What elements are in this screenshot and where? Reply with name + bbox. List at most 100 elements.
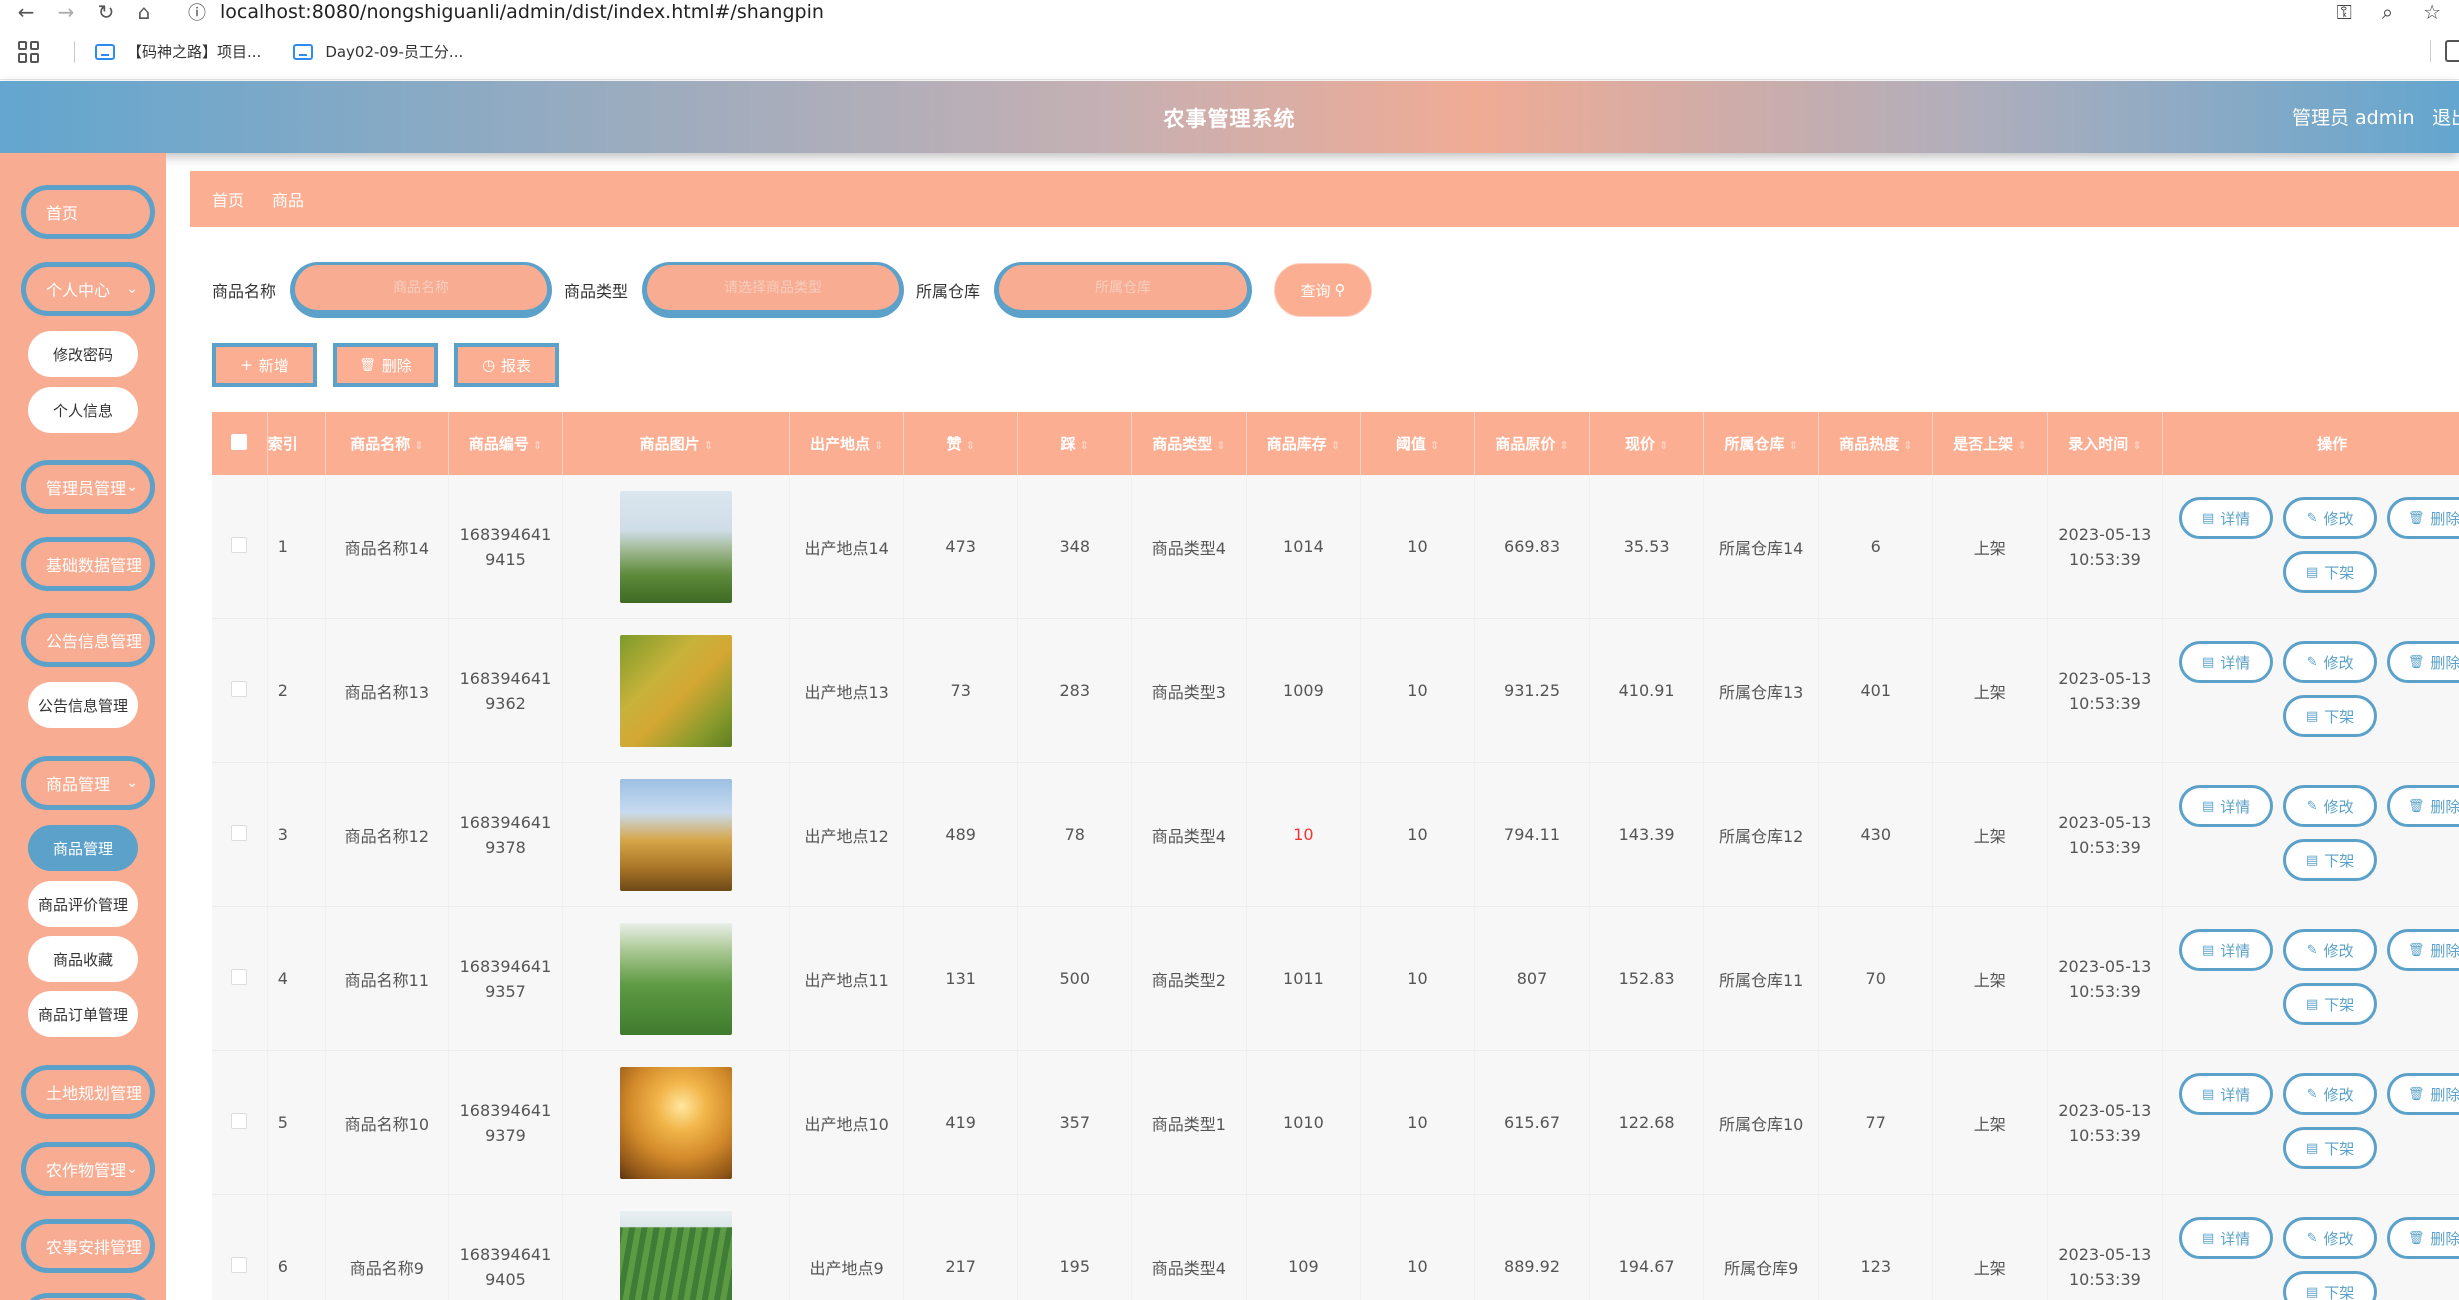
sort-icon[interactable]: ⇕ (966, 439, 975, 452)
goods-photo[interactable] (620, 922, 733, 1035)
sort-icon[interactable]: ⇕ (2132, 439, 2141, 452)
off-shelf-button[interactable]: ▤ 下架 (2283, 1127, 2378, 1169)
col-on-shelf-header[interactable]: 是否上架 ⇕ (1932, 412, 2048, 475)
off-shelf-button[interactable]: ▤ 下架 (2283, 551, 2378, 593)
row-checkbox[interactable] (231, 536, 248, 553)
sort-icon[interactable]: ⇕ (533, 439, 542, 452)
bookmark-item[interactable]: 【码神之路】项目... (95, 41, 261, 62)
breadcrumb-home[interactable]: 首页 (212, 187, 244, 211)
sort-icon[interactable]: ⇕ (1903, 439, 1912, 452)
row-checkbox-cell[interactable] (212, 762, 268, 907)
col-dislike-header[interactable]: 踩 ⇕ (1017, 412, 1133, 475)
col-warehouse-header[interactable]: 所属仓库 ⇕ (1703, 412, 1820, 475)
off-shelf-button[interactable]: ▤ 下架 (2283, 1271, 2378, 1300)
url-text[interactable]: localhost:8080/nongshiguanli/admin/dist/… (220, 1, 824, 23)
detail-button[interactable]: ▤ 详情 (2179, 641, 2274, 683)
home-icon[interactable]: ⌂ (130, 0, 158, 24)
zoom-icon[interactable]: ⌕ (2382, 0, 2393, 24)
edit-button[interactable]: ✎ 修改 (2283, 785, 2378, 827)
detail-button[interactable]: ▤ 详情 (2179, 497, 2274, 539)
sort-icon[interactable]: ⇕ (704, 439, 713, 452)
off-shelf-button[interactable]: ▤ 下架 (2283, 983, 2378, 1025)
goods-photo[interactable] (620, 490, 733, 603)
goods-photo[interactable] (620, 1066, 733, 1179)
sort-icon[interactable]: ⇕ (1080, 439, 1089, 452)
password-key-icon[interactable]: ⚿ (2337, 0, 2352, 24)
add-button[interactable]: + 新增 (212, 343, 317, 387)
col-stock-header[interactable]: 商品库存 ⇕ (1246, 412, 1362, 475)
col-entry-time-header[interactable]: 录入时间 ⇕ (2047, 412, 2164, 475)
row-checkbox[interactable] (231, 680, 248, 697)
sidebar-item-admin-manage[interactable]: 管理员管理 ⌄ (21, 460, 155, 514)
goods-photo[interactable] (620, 634, 733, 747)
col-heat-header[interactable]: 商品热度 ⇕ (1818, 412, 1934, 475)
sort-icon[interactable]: ⇕ (1789, 439, 1798, 452)
detail-button[interactable]: ▤ 详情 (2179, 1073, 2274, 1115)
sidebar-item-base-data-manage[interactable]: 基础数据管理 (21, 537, 155, 591)
edit-button[interactable]: ✎ 修改 (2283, 1073, 2378, 1115)
sort-icon[interactable]: ⇕ (1659, 439, 1668, 452)
sort-icon[interactable]: ⇕ (414, 439, 423, 452)
col-threshold-header[interactable]: 阈值 ⇕ (1360, 412, 1475, 475)
sidebar-subitem-goods-favorite[interactable]: 商品收藏 (28, 936, 138, 982)
sidebar-subitem-goods-manage[interactable]: 商品管理 (28, 825, 138, 871)
sidebar-subitem-notice-manage[interactable]: 公告信息管理 (28, 682, 138, 728)
goods-photo[interactable] (620, 778, 733, 891)
row-checkbox[interactable] (231, 968, 248, 985)
row-checkbox-cell[interactable] (212, 1050, 268, 1195)
all-bookmarks-folder-icon[interactable] (2445, 40, 2459, 62)
col-like-header[interactable]: 赞 ⇕ (903, 412, 1019, 475)
edit-button[interactable]: ✎ 修改 (2283, 497, 2378, 539)
detail-button[interactable]: ▤ 详情 (2179, 1217, 2274, 1259)
row-checkbox[interactable] (231, 1256, 248, 1273)
col-place-header[interactable]: 出产地点 ⇕ (789, 412, 904, 475)
delete-row-button[interactable]: 🗑 删除 (2387, 785, 2459, 827)
delete-row-button[interactable]: 🗑 删除 (2387, 929, 2459, 971)
query-button[interactable]: 查询 ⚲ (1274, 263, 1373, 317)
star-icon[interactable]: ☆ (2423, 0, 2441, 24)
goods-name-input[interactable] (290, 262, 553, 318)
sidebar-item-more[interactable] (21, 1293, 155, 1300)
report-button[interactable]: ◷ 报表 (454, 343, 559, 387)
col-price-header[interactable]: 现价 ⇕ (1589, 412, 1704, 475)
col-goods-code-header[interactable]: 商品编号 ⇕ (448, 412, 564, 475)
goods-type-select[interactable] (642, 262, 905, 318)
sidebar-item-personal-center[interactable]: 个人中心 ⌄ (21, 262, 155, 316)
apps-grid-icon[interactable] (18, 40, 40, 63)
col-goods-image-header[interactable]: 商品图片 ⇕ (562, 412, 791, 475)
sort-icon[interactable]: ⇕ (2017, 439, 2026, 452)
col-goods-type-header[interactable]: 商品类型 ⇕ (1131, 412, 1247, 475)
row-checkbox-cell[interactable] (212, 618, 268, 763)
logout-link[interactable]: 退出登录 (2432, 103, 2459, 130)
row-checkbox[interactable] (231, 824, 248, 841)
sidebar-subitem-personal-info[interactable]: 个人信息 (28, 387, 138, 433)
sort-icon[interactable]: ⇕ (1559, 439, 1568, 452)
off-shelf-button[interactable]: ▤ 下架 (2283, 839, 2378, 881)
row-checkbox-cell[interactable] (212, 475, 268, 619)
select-all-checkbox-cell[interactable] (212, 412, 268, 475)
edit-button[interactable]: ✎ 修改 (2283, 929, 2378, 971)
off-shelf-button[interactable]: ▤ 下架 (2283, 695, 2378, 737)
col-goods-name-header[interactable]: 商品名称 ⇕ (325, 412, 449, 475)
sidebar-item-land-plan[interactable]: 土地规划管理 (21, 1065, 155, 1119)
row-checkbox[interactable] (231, 1112, 248, 1129)
warehouse-input[interactable] (994, 262, 1253, 318)
sidebar-subitem-goods-review[interactable]: 商品评价管理 (28, 881, 138, 927)
col-original-price-header[interactable]: 商品原价 ⇕ (1474, 412, 1591, 475)
bookmark-item[interactable]: Day02-09-员工分... (293, 41, 463, 62)
edit-button[interactable]: ✎ 修改 (2283, 1217, 2378, 1259)
row-checkbox-cell[interactable] (212, 906, 268, 1051)
delete-row-button[interactable]: 🗑 删除 (2387, 497, 2459, 539)
sidebar-item-home[interactable]: 首页 (21, 185, 155, 239)
delete-row-button[interactable]: 🗑 删除 (2387, 1217, 2459, 1259)
reload-icon[interactable]: ↻ (92, 0, 120, 24)
sidebar-item-goods-manage[interactable]: 商品管理 ⌄ (21, 756, 155, 810)
sidebar-item-notice-manage[interactable]: 公告信息管理 (21, 613, 155, 667)
select-all-checkbox[interactable] (231, 433, 248, 450)
sidebar-subitem-goods-order[interactable]: 商品订单管理 (28, 991, 138, 1037)
sort-icon[interactable]: ⇕ (1430, 439, 1439, 452)
sort-icon[interactable]: ⇕ (874, 439, 883, 452)
sidebar-item-crop-manage[interactable]: 农作物管理 ⌄ (21, 1142, 155, 1196)
delete-button[interactable]: 🗑 删除 (333, 343, 438, 387)
row-checkbox-cell[interactable] (212, 1194, 268, 1300)
